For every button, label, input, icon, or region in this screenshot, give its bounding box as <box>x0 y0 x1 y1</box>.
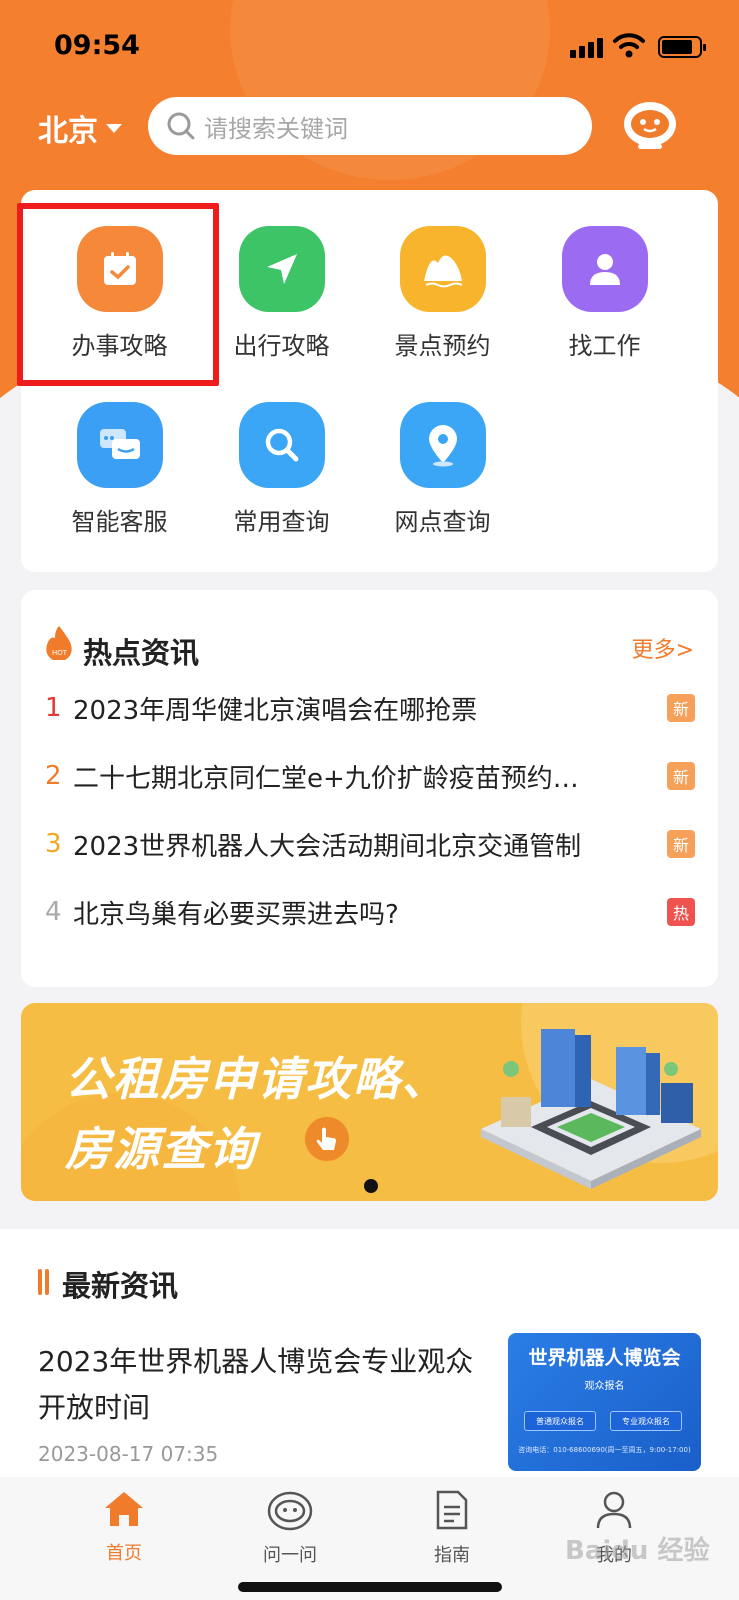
svg-text:HOT: HOT <box>52 649 68 657</box>
thumb-button: 专业观众报名 <box>610 1411 682 1431</box>
more-link[interactable]: 更多> <box>632 632 694 664</box>
tab-home[interactable]: 首页 <box>64 1489 184 1565</box>
news-item[interactable]: 2 二十七期北京同仁堂e+九价扩龄疫苗预约… 新 <box>45 756 695 796</box>
robot-assistant-icon[interactable] <box>620 94 680 154</box>
navigation-arrow-icon <box>238 226 325 312</box>
hot-badge: 热 <box>667 898 695 926</box>
service-label: 景点预约 <box>394 332 491 360</box>
banner-title-line2: 房源查询 <box>65 1122 257 1176</box>
service-item-smart-support[interactable]: 智能客服 <box>37 402 202 537</box>
document-icon <box>436 1490 468 1530</box>
search-placeholder: 请搜索关键词 <box>204 114 348 143</box>
map-pin-icon <box>399 402 486 488</box>
service-item-travel-guide[interactable]: 出行攻略 <box>199 226 364 361</box>
city-name: 北京 <box>38 114 98 149</box>
service-item-outlet-query[interactable]: 网点查询 <box>360 402 525 537</box>
thumb-subtitle: 观众报名 <box>584 1381 625 1392</box>
caret-down-icon <box>106 123 122 133</box>
city-selector[interactable]: 北京 <box>38 106 122 150</box>
banner-title-line1: 公租房申请攻略、 <box>65 1052 449 1106</box>
service-label: 出行攻略 <box>233 332 330 360</box>
home-icon <box>105 1492 143 1526</box>
thumb-title: 世界机器人博览会 <box>528 1347 681 1369</box>
news-item[interactable]: 4 北京鸟巢有必要买票进去吗? 热 <box>45 892 695 932</box>
service-item-attraction-booking[interactable]: 景点预约 <box>360 226 525 361</box>
highlight-annotation-box <box>17 203 219 386</box>
news-item[interactable]: 3 2023世界机器人大会活动期间北京交通管制 新 <box>45 824 695 864</box>
article-thumbnail[interactable]: 世界机器人博览会 观众报名 普通观众报名 专业观众报名 咨询电话：010-686… <box>508 1333 701 1471</box>
new-badge: 新 <box>667 830 695 858</box>
news-rank: 3 <box>45 829 62 859</box>
tap-hand-icon <box>305 1117 349 1161</box>
thumb-phone: 咨询电话：010-68600690(周一至周五，9:00-17:00) <box>518 1446 691 1454</box>
service-label: 智能客服 <box>71 508 168 536</box>
mountain-icon <box>399 226 486 312</box>
news-rank: 4 <box>45 897 62 927</box>
status-bar: 09:54 <box>0 0 739 90</box>
carousel-indicator <box>364 1179 378 1193</box>
news-text: 2023年周华健北京演唱会在哪抢票 <box>73 695 478 726</box>
tab-label: 指南 <box>434 1545 470 1566</box>
search-icon <box>167 112 195 140</box>
wifi-icon <box>613 33 645 58</box>
thumb-button: 普通观众报名 <box>524 1411 596 1431</box>
news-text: 北京鸟巢有必要买票进去吗? <box>73 899 399 930</box>
news-rank: 2 <box>45 761 62 791</box>
home-indicator <box>238 1582 502 1592</box>
news-text: 2023世界机器人大会活动期间北京交通管制 <box>73 831 582 862</box>
news-rank: 1 <box>45 693 62 723</box>
news-item[interactable]: 1 2023年周华健北京演唱会在哪抢票 新 <box>45 688 695 728</box>
new-badge: 新 <box>667 694 695 722</box>
city-illustration <box>481 1029 701 1189</box>
article-date: 2023-08-17 07:35 <box>38 1442 219 1466</box>
person-icon <box>561 226 648 312</box>
service-label: 常用查询 <box>233 508 330 536</box>
tab-label: 首页 <box>106 1543 142 1564</box>
hot-news-title: 热点资讯 <box>83 636 200 670</box>
service-item-find-job[interactable]: 找工作 <box>522 226 687 361</box>
section-marker-icon <box>38 1269 50 1295</box>
new-badge: 新 <box>667 762 695 790</box>
latest-news-section: 最新资讯 2023年世界机器人博览会专业观众开放时间 2023-08-17 07… <box>0 1229 739 1477</box>
chat-bubbles-icon <box>76 402 163 488</box>
service-label: 网点查询 <box>394 508 491 536</box>
service-label: 找工作 <box>568 332 641 360</box>
battery-icon <box>658 36 706 58</box>
robot-icon <box>267 1491 313 1531</box>
status-time: 09:54 <box>54 30 140 61</box>
tab-ask[interactable]: 问一问 <box>230 1489 350 1567</box>
news-text: 二十七期北京同仁堂e+九价扩龄疫苗预约… <box>73 763 579 794</box>
latest-news-title: 最新资讯 <box>62 1269 179 1303</box>
magnifier-icon <box>238 402 325 488</box>
cellular-signal-icon <box>570 36 610 58</box>
article-title[interactable]: 2023年世界机器人博览会专业观众开放时间 <box>38 1339 478 1431</box>
watermark: Baidu 经验 <box>565 1536 710 1566</box>
tab-guide[interactable]: 指南 <box>392 1489 512 1567</box>
tab-label: 问一问 <box>263 1545 317 1566</box>
service-item-common-query[interactable]: 常用查询 <box>199 402 364 537</box>
hot-flame-icon: HOT <box>46 626 72 660</box>
hot-news-card: HOT 热点资讯 更多> 1 2023年周华健北京演唱会在哪抢票 新 2 二十七… <box>21 590 718 987</box>
search-input[interactable]: 请搜索关键词 <box>148 97 592 155</box>
user-icon <box>596 1491 632 1529</box>
promo-banner[interactable]: 公租房申请攻略、 房源查询 <box>21 1003 718 1201</box>
